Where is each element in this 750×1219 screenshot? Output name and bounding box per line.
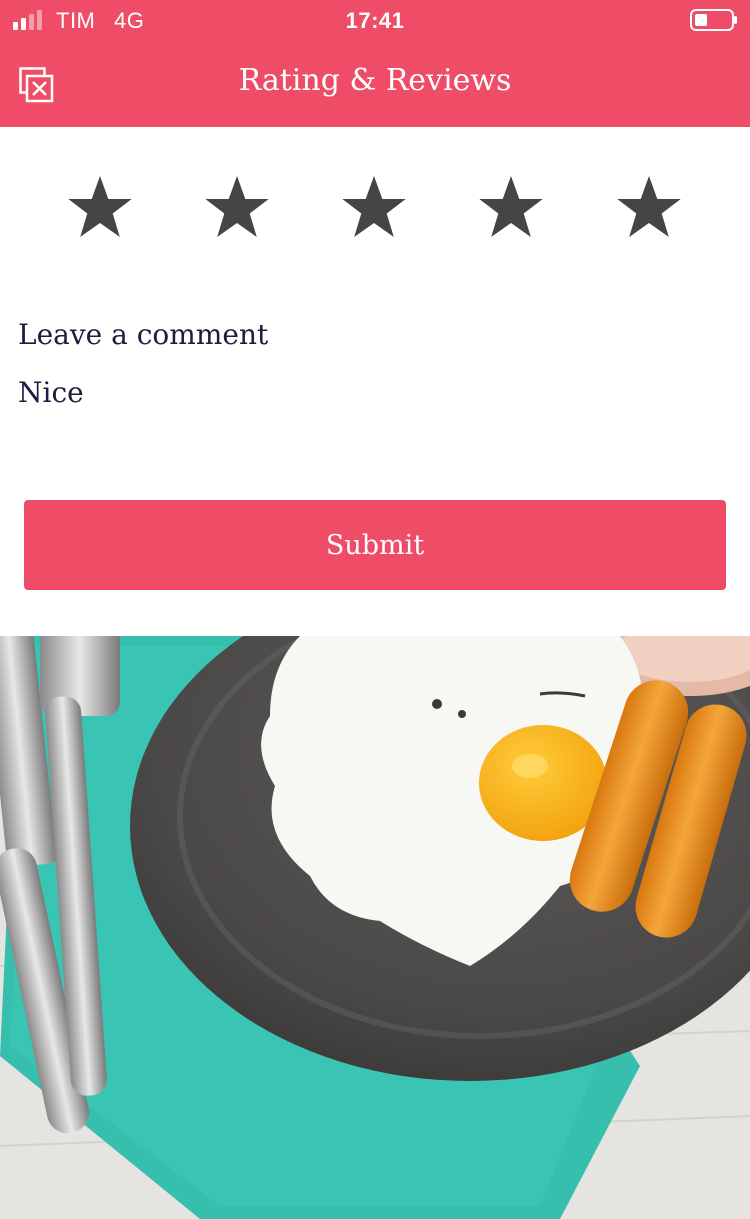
star-icon	[68, 176, 132, 237]
app-header: TIM 4G 17:41 Rating & Reviews	[0, 0, 750, 127]
page-title: Rating & Reviews	[238, 63, 512, 98]
breakfast-photo	[0, 636, 750, 1219]
status-bar: TIM 4G 17:41	[0, 0, 750, 40]
star-5[interactable]	[609, 168, 689, 248]
submit-button[interactable]: Submit	[24, 500, 726, 590]
star-icon	[205, 176, 269, 237]
comment-field[interactable]	[18, 362, 730, 422]
star-1[interactable]	[60, 168, 140, 248]
star-4[interactable]	[471, 168, 551, 248]
star-icon	[342, 176, 406, 237]
star-rating[interactable]	[0, 168, 750, 258]
star-icon	[479, 176, 543, 237]
star-2[interactable]	[197, 168, 277, 248]
star-icon	[617, 176, 681, 237]
clock: 17:41	[345, 8, 405, 33]
battery-icon	[690, 9, 737, 31]
comment-label: Leave a comment	[18, 318, 269, 351]
star-3[interactable]	[334, 168, 414, 248]
